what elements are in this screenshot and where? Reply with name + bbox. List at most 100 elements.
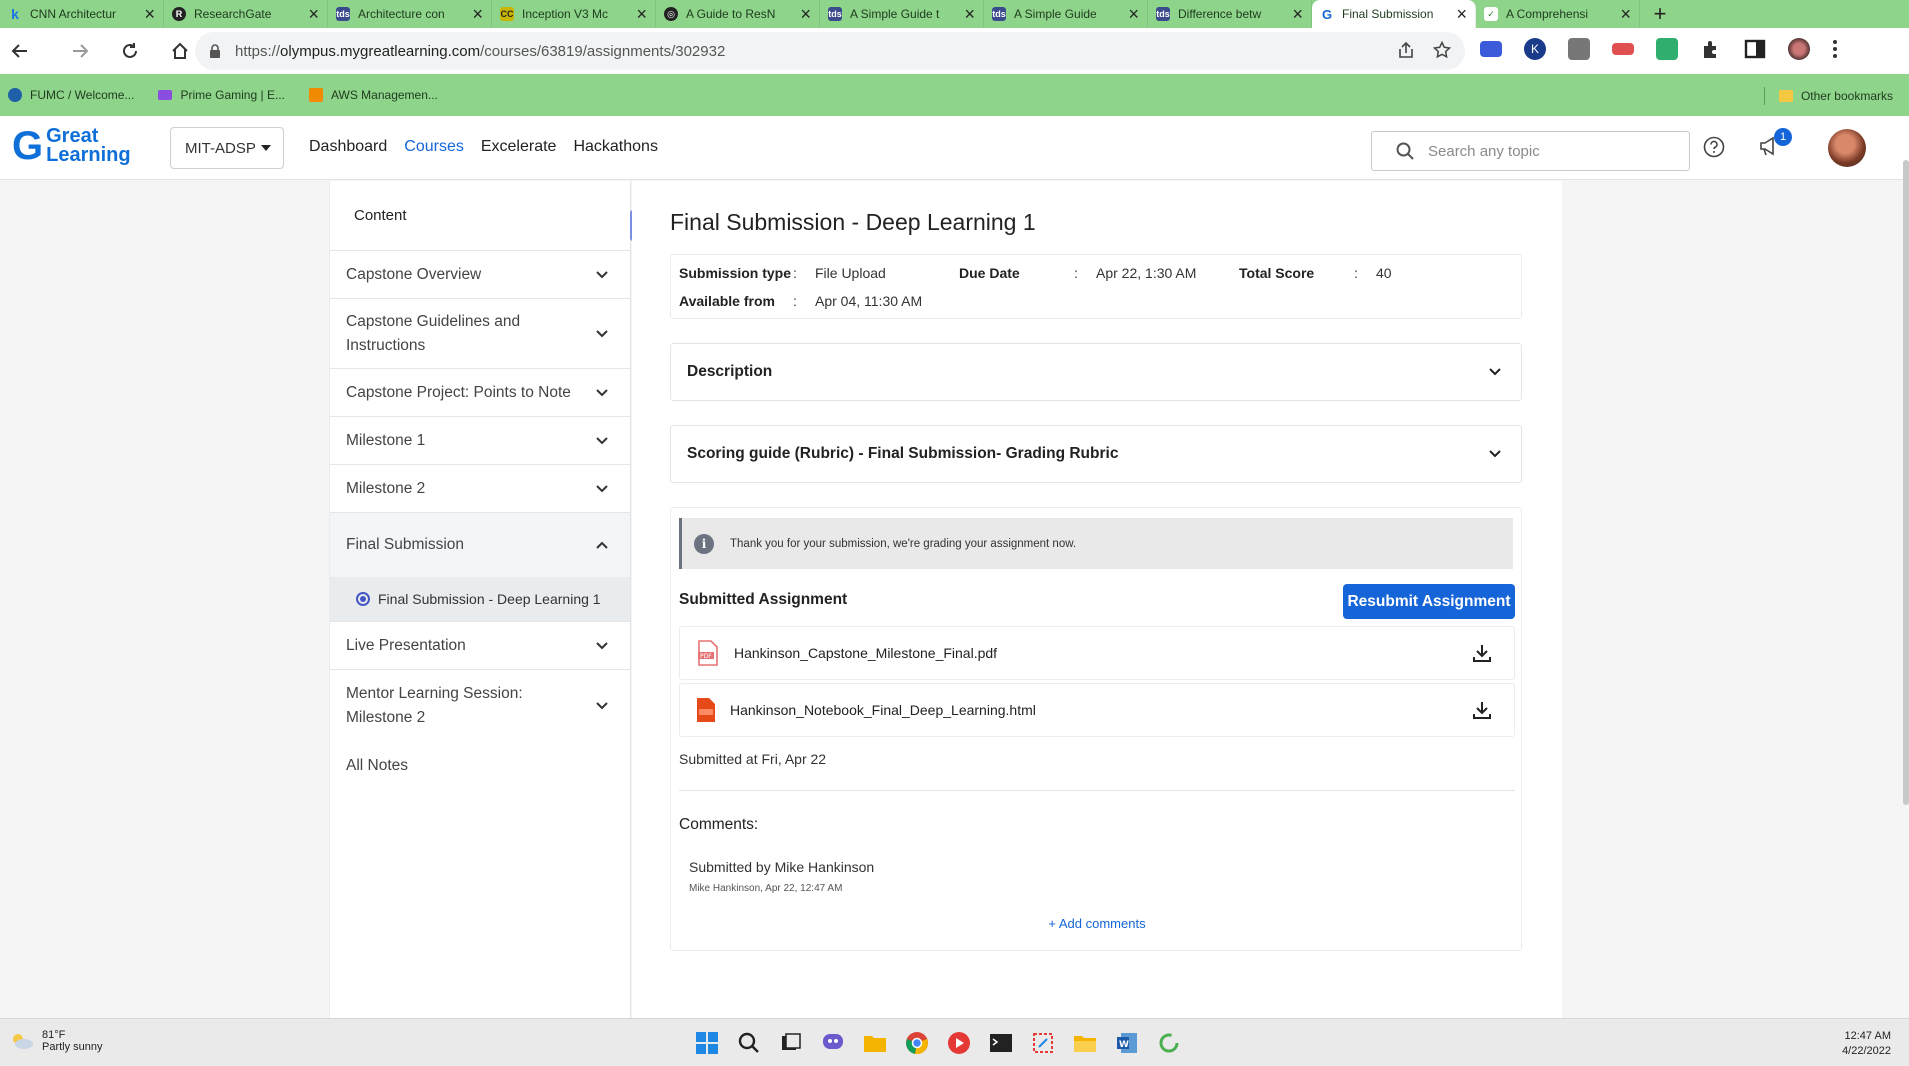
browser-tab[interactable]: CC Inception V3 Mc ×	[492, 0, 656, 28]
extension-icon[interactable]	[1612, 43, 1634, 55]
windows-start-icon[interactable]	[693, 1029, 721, 1057]
user-avatar[interactable]	[1828, 129, 1866, 167]
nav-excelerate[interactable]: Excelerate	[481, 138, 557, 156]
close-icon[interactable]: ×	[1456, 5, 1467, 23]
close-icon[interactable]: ×	[800, 5, 811, 23]
home-button[interactable]	[160, 28, 200, 74]
submitted-assignment-heading: Submitted Assignment	[679, 591, 848, 608]
puzzle-icon[interactable]	[1700, 38, 1722, 60]
kebab-menu-icon[interactable]	[1832, 39, 1838, 59]
chat-icon[interactable]	[819, 1029, 847, 1057]
browser-tab[interactable]: ✓ A Comprehensi ×	[1476, 0, 1640, 28]
download-icon[interactable]	[1472, 643, 1492, 663]
comment-text: Submitted by Mike Hankinson	[689, 859, 875, 875]
divider	[679, 790, 1515, 791]
browser-tab[interactable]: tds A Simple Guide t ×	[820, 0, 984, 28]
download-icon[interactable]	[1472, 700, 1492, 720]
close-icon[interactable]: ×	[1620, 5, 1631, 23]
chrome-icon[interactable]	[903, 1029, 931, 1057]
sidebar-item-mentor-session[interactable]: Mentor Learning Session: Milestone 2	[330, 670, 630, 742]
new-tab-button[interactable]: +	[1640, 0, 1680, 28]
all-notes-link[interactable]: All Notes	[330, 742, 630, 790]
sidebar-icon[interactable]	[1744, 38, 1766, 60]
sidebar-item-capstone-guidelines[interactable]: Capstone Guidelines and Instructions	[330, 299, 630, 369]
chevron-up-icon	[596, 541, 608, 549]
great-learning-logo[interactable]: G Great Learning	[12, 126, 131, 166]
notifications-button[interactable]: 1	[1758, 128, 1792, 163]
search-input[interactable]: Search any topic	[1371, 131, 1690, 171]
nav-courses[interactable]: Courses	[404, 138, 464, 156]
system-clock[interactable]: 12:47 AM 4/22/2022	[1842, 1029, 1891, 1059]
content-sidebar: Content Capstone Overview Capstone Guide…	[329, 181, 631, 1018]
file-name[interactable]: Hankinson_Notebook_Final_Deep_Learning.h…	[730, 702, 1036, 718]
url-field[interactable]: https://olympus.mygreatlearning.com/cour…	[195, 32, 1465, 70]
close-icon[interactable]: ×	[308, 5, 319, 23]
browser-tab[interactable]: ◎ A Guide to ResN ×	[656, 0, 820, 28]
youtube-icon[interactable]	[945, 1029, 973, 1057]
sidebar-item-final-submission[interactable]: Final Submission	[330, 513, 630, 577]
sidebar-item-milestone-2[interactable]: Milestone 2	[330, 465, 630, 513]
reload-button[interactable]	[110, 28, 150, 74]
browser-tab-active[interactable]: G Final Submission ×	[1312, 0, 1476, 28]
sidebar-item-milestone-1[interactable]: Milestone 1	[330, 417, 630, 465]
scrollbar[interactable]	[1903, 160, 1909, 805]
resubmit-assignment-button[interactable]: Resubmit Assignment	[1343, 584, 1515, 619]
file-explorer-icon[interactable]	[861, 1029, 889, 1057]
tds-icon: tds	[1156, 7, 1170, 21]
extension-icon[interactable]	[1656, 38, 1678, 60]
other-bookmarks[interactable]: Other bookmarks	[1763, 87, 1893, 105]
nav-hackathons[interactable]: Hackathons	[573, 138, 658, 156]
browser-tab[interactable]: tds A Simple Guide ×	[984, 0, 1148, 28]
submitted-file[interactable]: Hankinson_Notebook_Final_Deep_Learning.h…	[679, 683, 1515, 737]
extension-icon[interactable]	[1568, 38, 1590, 60]
bookmark[interactable]: AWS Managemen...	[308, 88, 438, 102]
close-icon[interactable]: ×	[472, 5, 483, 23]
description-accordion[interactable]: Description	[670, 343, 1522, 401]
browser-tab[interactable]: R ResearchGate ×	[164, 0, 328, 28]
search-icon[interactable]	[735, 1029, 763, 1057]
loading-ring-icon[interactable]	[1155, 1029, 1183, 1057]
due-date-value: Apr 22, 1:30 AM	[1096, 265, 1197, 281]
comment-meta: Mike Hankinson, Apr 22, 12:47 AM	[689, 883, 843, 894]
file-name[interactable]: Hankinson_Capstone_Milestone_Final.pdf	[734, 645, 997, 661]
close-icon[interactable]: ×	[636, 5, 647, 23]
help-button[interactable]	[1703, 136, 1725, 163]
profile-avatar[interactable]	[1788, 38, 1810, 60]
star-icon[interactable]	[1433, 41, 1451, 59]
forward-button[interactable]	[60, 28, 100, 74]
sidebar-subitem-final-submission-dl1[interactable]: Final Submission - Deep Learning 1	[330, 577, 630, 622]
bookmark[interactable]: Prime Gaming | E...	[158, 88, 285, 102]
browser-tab[interactable]: k CNN Architectur ×	[0, 0, 164, 28]
separator: :	[1074, 265, 1078, 281]
weather-widget[interactable]: 81°F Partly sunny	[10, 1029, 103, 1053]
close-icon[interactable]: ×	[1292, 5, 1303, 23]
sidebar-item-capstone-overview[interactable]: Capstone Overview	[330, 251, 630, 299]
sidebar-item-points-to-note[interactable]: Capstone Project: Points to Note	[330, 369, 630, 417]
snipping-tool-icon[interactable]	[1029, 1029, 1057, 1057]
sidebar-item-live-presentation[interactable]: Live Presentation	[330, 622, 630, 670]
close-icon[interactable]: ×	[144, 5, 155, 23]
bookmarks-bar: FUMC / Welcome... Prime Gaming | E... AW…	[0, 74, 1909, 116]
add-comments-label[interactable]: + Add comments	[1048, 916, 1145, 931]
browser-tab[interactable]: tds Difference betw ×	[1148, 0, 1312, 28]
program-selector[interactable]: MIT-ADSP	[170, 127, 284, 169]
browser-tab[interactable]: tds Architecture con ×	[328, 0, 492, 28]
nav-dashboard[interactable]: Dashboard	[309, 138, 387, 156]
sidebar-item-label: Live Presentation	[346, 636, 466, 654]
bookmark[interactable]: FUMC / Welcome...	[8, 88, 134, 102]
word-icon[interactable]: W	[1113, 1029, 1141, 1057]
share-icon[interactable]	[1397, 41, 1415, 59]
task-view-icon[interactable]	[777, 1029, 805, 1057]
extension-icon[interactable]: K	[1524, 38, 1546, 60]
close-icon[interactable]: ×	[964, 5, 975, 23]
submitted-file[interactable]: PDF Hankinson_Capstone_Milestone_Final.p…	[679, 626, 1515, 680]
back-button[interactable]	[0, 28, 40, 74]
extension-icon[interactable]	[1480, 41, 1502, 57]
rubric-accordion[interactable]: Scoring guide (Rubric) - Final Submissio…	[670, 425, 1522, 483]
clock-date: 4/22/2022	[1842, 1045, 1891, 1057]
folder-icon[interactable]	[1071, 1029, 1099, 1057]
tds-icon: tds	[828, 7, 842, 21]
tab-title: Inception V3 Mc	[522, 7, 609, 21]
close-icon[interactable]: ×	[1128, 5, 1139, 23]
terminal-icon[interactable]	[987, 1029, 1015, 1057]
